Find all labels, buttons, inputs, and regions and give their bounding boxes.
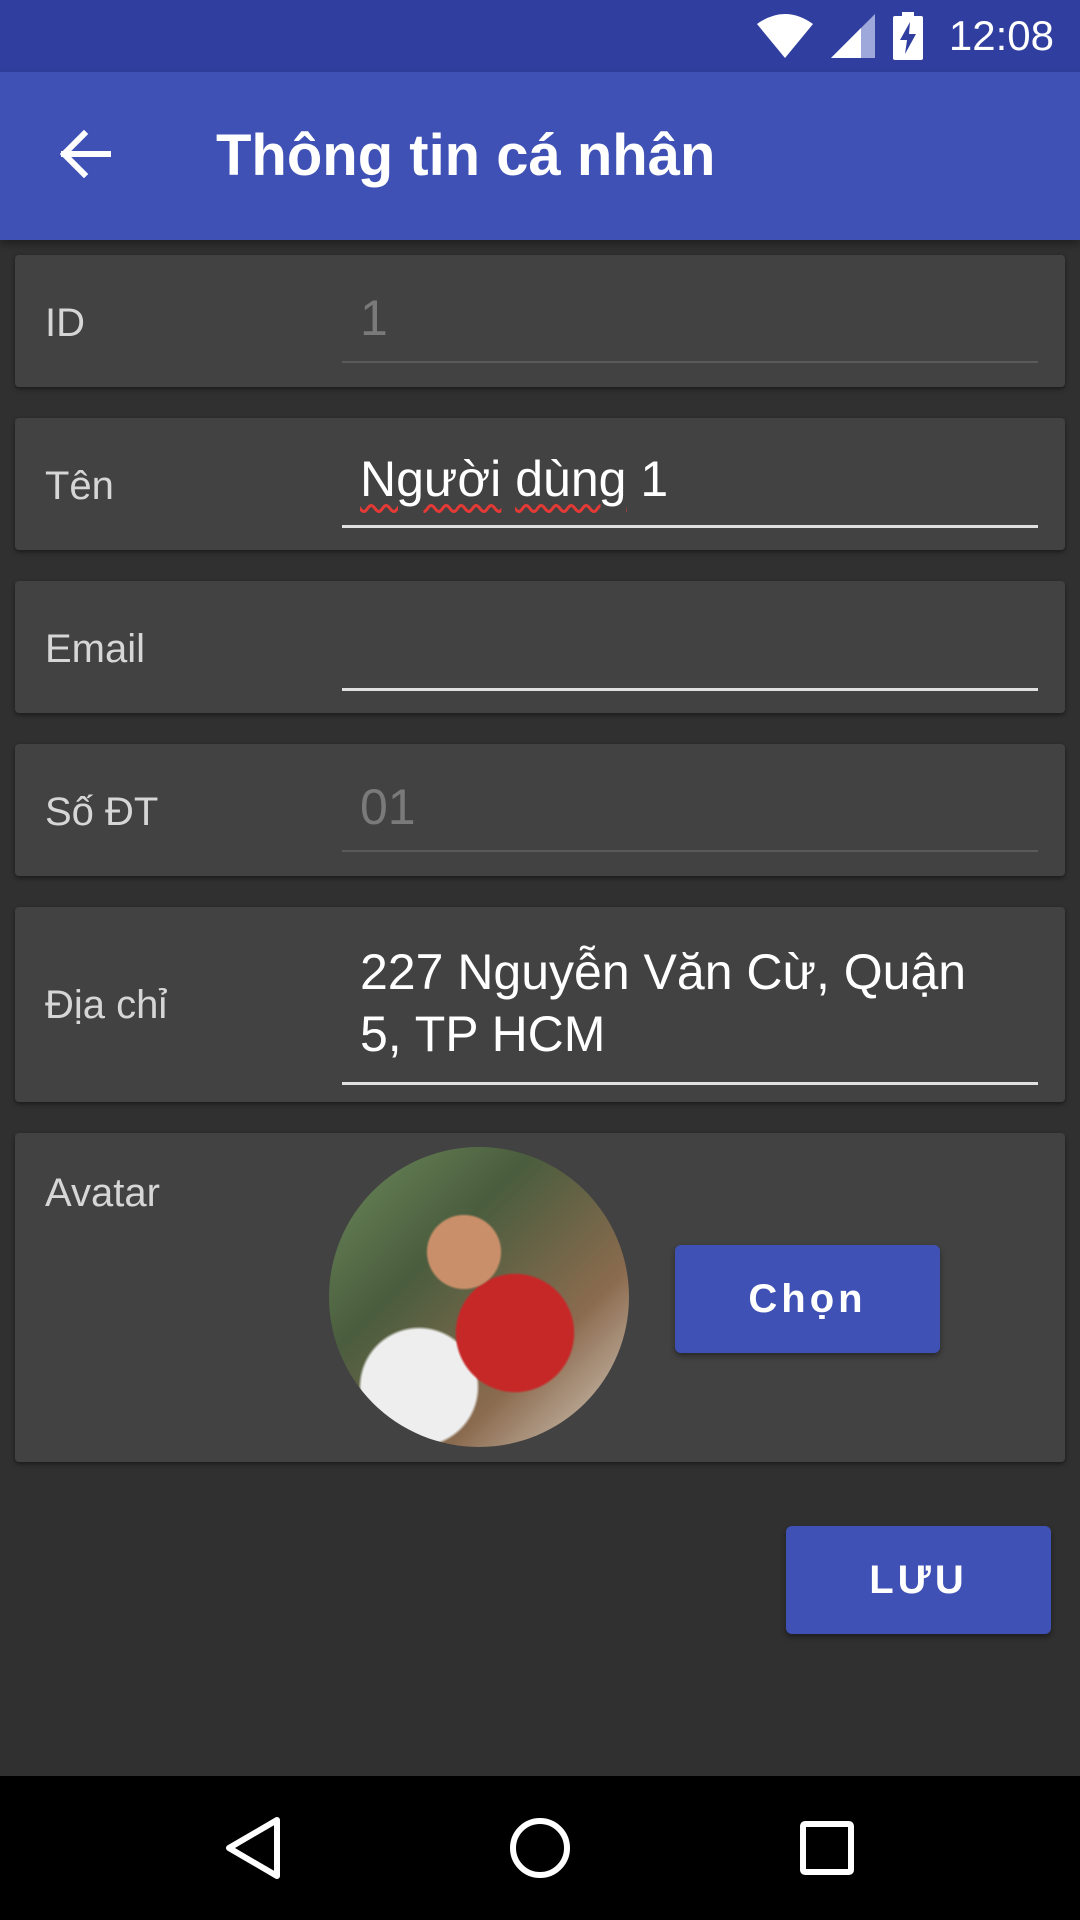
battery-charging-icon xyxy=(892,12,923,60)
avatar-image xyxy=(329,1147,629,1447)
avatar-card: Avatar Chọn xyxy=(15,1133,1065,1462)
name-word-1: Người xyxy=(360,451,502,507)
name-label: Tên xyxy=(45,464,114,508)
address-field[interactable]: 227 Nguyễn Văn Cừ, Quận 5, TP HCM xyxy=(342,941,1038,1085)
address-line-2: 5, TP HCM xyxy=(360,1006,606,1062)
name-rest: 1 xyxy=(640,451,669,507)
nav-recents-button[interactable] xyxy=(782,1803,872,1893)
nav-home-button[interactable] xyxy=(495,1803,585,1893)
email-label: Email xyxy=(45,627,146,671)
app-bar: Thông tin cá nhân xyxy=(0,72,1080,240)
nav-back-button[interactable] xyxy=(208,1803,298,1893)
status-icons: 12:08 xyxy=(756,12,1054,60)
name-field[interactable]: Người dùng 1 xyxy=(342,448,1038,528)
clock: 12:08 xyxy=(948,12,1054,59)
id-field: 1 xyxy=(342,287,1038,363)
email-field[interactable] xyxy=(342,611,1038,691)
navigation-bar xyxy=(0,1776,1080,1920)
triangle-back-icon xyxy=(226,1817,281,1879)
phone-field: 01 xyxy=(342,776,1038,852)
page-title: Thông tin cá nhân xyxy=(216,123,716,188)
id-card: ID 1 xyxy=(15,255,1065,387)
choose-avatar-button[interactable]: Chọn xyxy=(675,1245,940,1353)
address-label: Địa chỉ xyxy=(45,983,168,1027)
name-card: Tên Người dùng 1 xyxy=(15,418,1065,550)
back-button[interactable] xyxy=(44,112,128,196)
square-recents-icon xyxy=(799,1821,854,1875)
phone-card: Số ĐT 01 xyxy=(15,744,1065,876)
phone-label: Số ĐT xyxy=(45,790,159,834)
status-bar: 12:08 xyxy=(0,0,1080,72)
cell-signal-icon xyxy=(830,14,875,58)
address-line-1: 227 Nguyễn Văn Cừ, Quận xyxy=(360,944,967,1000)
id-label: ID xyxy=(45,301,85,345)
save-button[interactable]: LƯU xyxy=(786,1526,1051,1634)
name-word-2: dùng xyxy=(515,451,627,507)
avatar-label: Avatar xyxy=(45,1171,160,1215)
address-card: Địa chỉ 227 Nguyễn Văn Cừ, Quận 5, TP HC… xyxy=(15,907,1065,1102)
arrow-left-icon xyxy=(60,130,111,178)
circle-home-icon xyxy=(509,1818,570,1878)
wifi-icon xyxy=(756,14,813,58)
email-card: Email xyxy=(15,581,1065,713)
